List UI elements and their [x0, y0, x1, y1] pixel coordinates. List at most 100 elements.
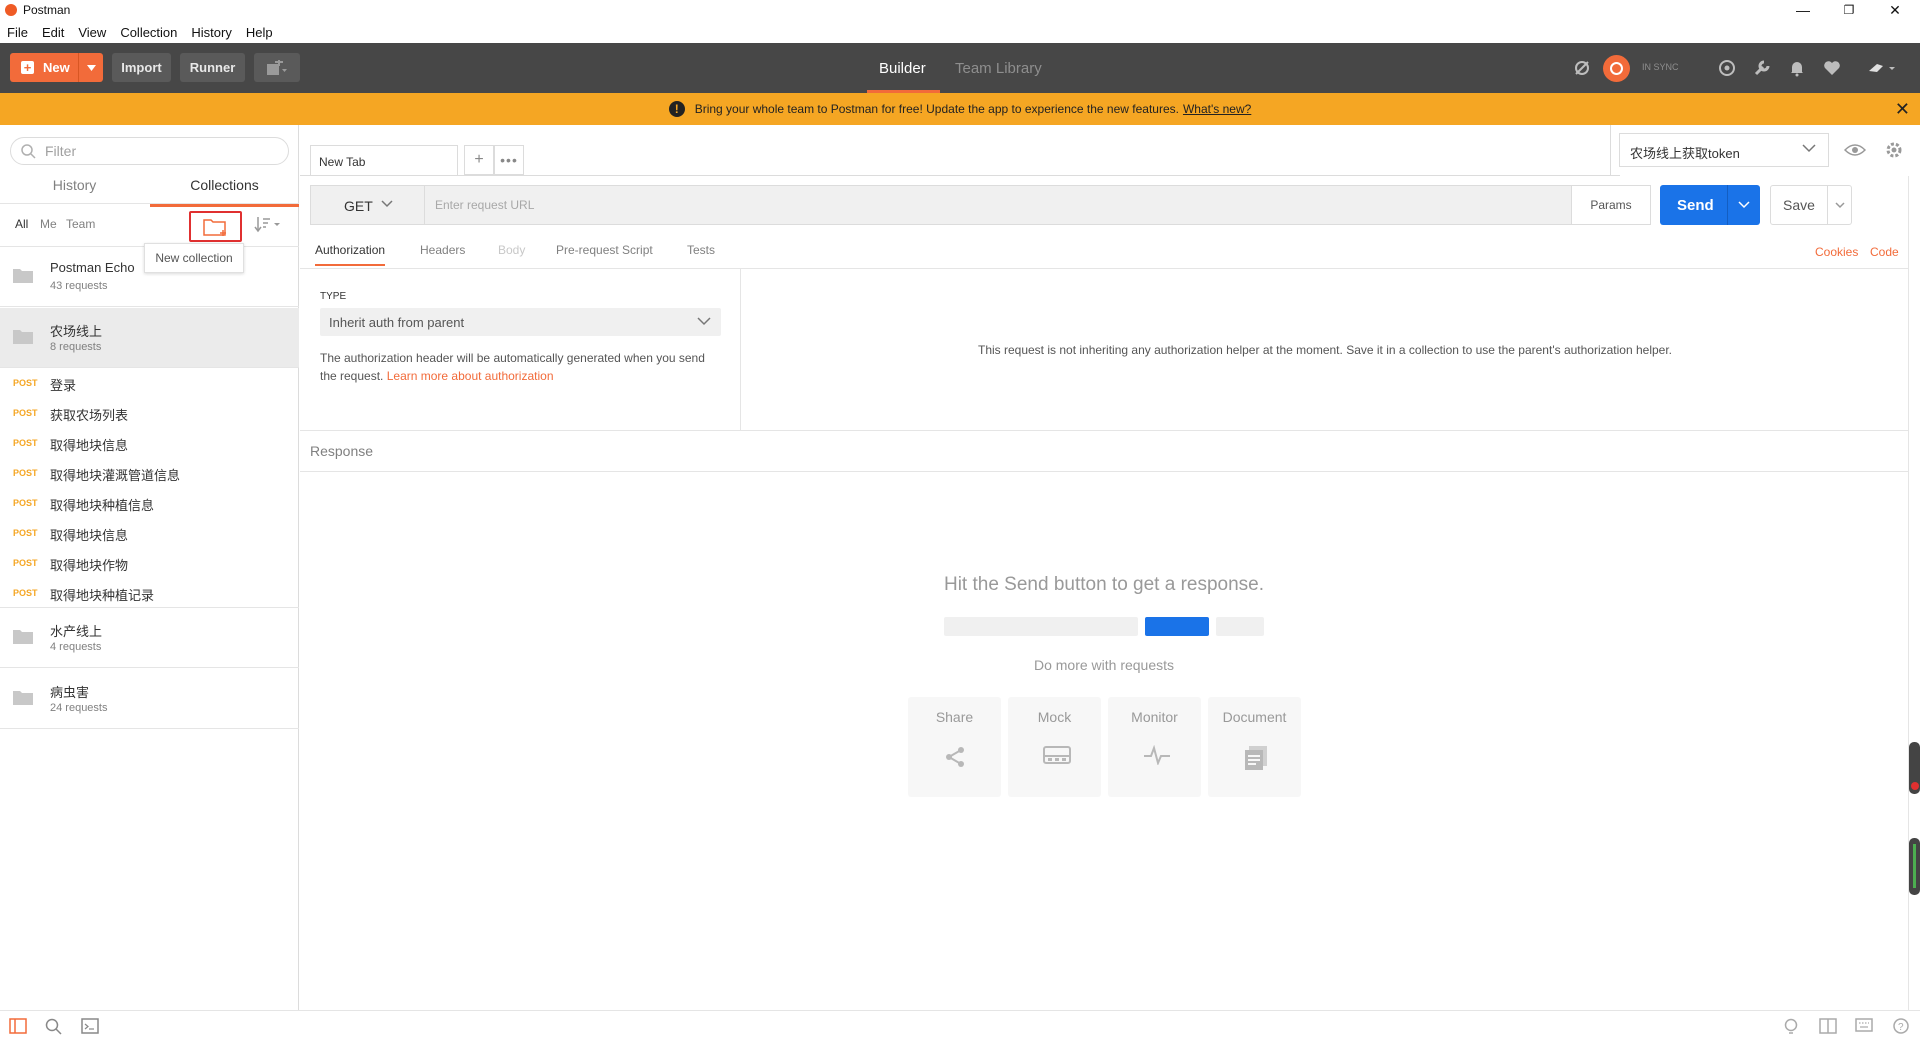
request-item[interactable]: POST 取得地块信息 [0, 519, 299, 549]
menu-collection[interactable]: Collection [113, 22, 184, 42]
folder-icon [13, 269, 33, 283]
menu-help[interactable]: Help [239, 22, 280, 42]
eye-icon [1844, 144, 1866, 156]
auth-info-message: This request is not inheriting any autho… [977, 342, 1673, 357]
two-pane-view-icon[interactable] [1819, 1018, 1837, 1034]
satellite-icon[interactable] [1573, 59, 1591, 77]
mock-card[interactable]: Mock [1008, 697, 1101, 797]
send-button[interactable]: Send [1660, 185, 1760, 225]
postman-logo-icon [5, 4, 17, 16]
sync-status-icon[interactable] [1603, 55, 1630, 82]
menu-view[interactable]: View [71, 22, 113, 42]
request-item[interactable]: POST 取得地块灌溉管道信息 [0, 459, 299, 489]
save-dropdown-button[interactable] [1827, 186, 1851, 224]
keyboard-shortcuts-icon[interactable] [1855, 1018, 1873, 1032]
sort-button[interactable] [254, 215, 282, 233]
send-label: Send [1677, 196, 1714, 214]
learn-more-authorization-link[interactable]: Learn more about authorization [387, 369, 554, 383]
do-more-label: Do more with requests [1033, 657, 1175, 673]
menu-edit[interactable]: Edit [35, 22, 71, 42]
folder-icon [13, 330, 33, 344]
menu-history[interactable]: History [184, 22, 238, 42]
import-button[interactable]: Import [112, 53, 171, 82]
console-icon[interactable] [81, 1018, 99, 1034]
request-item[interactable]: POST 登录 [0, 369, 299, 399]
manage-environments-button[interactable] [1880, 137, 1908, 163]
notifications-bell-icon[interactable] [1788, 59, 1806, 77]
environment-select[interactable]: 农场线上获取token [1619, 133, 1829, 167]
new-button[interactable]: + New [10, 53, 103, 82]
share-icon [946, 747, 964, 767]
document-card[interactable]: Document [1208, 697, 1301, 797]
filter-team[interactable]: Team [66, 217, 95, 231]
tab-body[interactable]: Body [498, 243, 525, 257]
collection-count: 4 requests [50, 641, 102, 653]
tab-prerequest-script[interactable]: Pre-request Script [556, 243, 653, 257]
whats-new-link[interactable]: What's new? [1183, 102, 1251, 116]
new-dropdown-button[interactable] [78, 53, 103, 82]
params-button[interactable]: Params [1571, 185, 1651, 225]
interceptor-icon[interactable] [1718, 59, 1736, 77]
sidebar: History Collections All Me Team Postman … [0, 125, 299, 1010]
url-input[interactable] [435, 198, 1335, 212]
filter-all[interactable]: All [15, 217, 28, 231]
request-name: 取得地块信息 [50, 528, 129, 543]
request-method: POST [13, 378, 38, 388]
window-title: Postman [23, 3, 71, 17]
bootcamp-lightbulb-icon[interactable] [1783, 1018, 1799, 1036]
send-dropdown-button[interactable] [1727, 185, 1760, 225]
runner-button[interactable]: Runner [180, 53, 245, 82]
env-divider [1610, 125, 1611, 175]
request-method: POST [13, 408, 38, 418]
share-card[interactable]: Share [908, 697, 1001, 797]
request-item[interactable]: POST 取得地块信息 [0, 429, 299, 459]
close-window-button[interactable]: ✕ [1872, 0, 1918, 20]
title-bar: Postman — ❐ ✕ [0, 0, 1920, 20]
tab-builder[interactable]: Builder [879, 60, 926, 77]
warning-icon: ! [668, 101, 685, 117]
filter-me[interactable]: Me [40, 217, 57, 231]
scroll-thumb-top[interactable] [1909, 742, 1920, 794]
heart-icon[interactable] [1823, 59, 1841, 77]
add-tab-button[interactable]: + [464, 145, 494, 175]
request-item[interactable]: POST 获取农场列表 [0, 399, 299, 429]
help-icon[interactable]: ? [1893, 1018, 1909, 1034]
auth-type-label: TYPE [320, 291, 347, 302]
tab-headers[interactable]: Headers [420, 243, 465, 257]
request-method: POST [13, 468, 38, 478]
tab-tests[interactable]: Tests [687, 243, 715, 257]
request-tab[interactable]: New Tab [310, 145, 458, 176]
open-new-window-button[interactable] [254, 53, 300, 82]
request-item[interactable]: POST 取得地块种植记录 [0, 579, 299, 609]
request-item[interactable]: POST 取得地块作物 [0, 549, 299, 579]
minimize-button[interactable]: — [1780, 0, 1826, 20]
collection-item[interactable]: 农场线上 8 requests [0, 308, 299, 368]
new-collection-button[interactable] [189, 211, 242, 242]
find-icon[interactable] [45, 1018, 63, 1036]
request-item[interactable]: POST 取得地块种植信息 [0, 489, 299, 519]
menu-file[interactable]: File [0, 22, 35, 42]
tab-options-button[interactable]: ••• [494, 145, 524, 175]
tab-authorization[interactable]: Authorization [315, 243, 386, 266]
method-select[interactable]: GET [310, 185, 425, 225]
request-name: 登录 [50, 378, 77, 393]
tab-team-library[interactable]: Team Library [955, 60, 1042, 77]
cookies-link[interactable]: Cookies [1815, 245, 1858, 259]
filter-input[interactable] [45, 142, 275, 160]
collection-item[interactable]: 病虫害 24 requests [0, 669, 299, 729]
environment-quick-look-button[interactable] [1841, 137, 1869, 163]
monitor-card[interactable]: Monitor [1108, 697, 1201, 797]
scroll-thumb-bottom[interactable] [1909, 838, 1920, 895]
user-avatar-icon[interactable] [1867, 59, 1897, 77]
card-title: Mock [1037, 709, 1072, 725]
auth-type-select[interactable]: Inherit auth from parent [320, 308, 721, 336]
collection-item[interactable]: 水产线上 4 requests [0, 608, 299, 668]
request-name: 获取农场列表 [50, 408, 129, 423]
restore-button[interactable]: ❐ [1826, 0, 1872, 20]
toggle-sidebar-icon[interactable] [9, 1018, 27, 1034]
code-link[interactable]: Code [1870, 245, 1899, 259]
save-button[interactable]: Save [1770, 185, 1852, 225]
settings-wrench-icon[interactable] [1753, 59, 1771, 77]
url-bar: GET Params Send Save [310, 185, 1906, 225]
banner-close-icon[interactable]: ✕ [1895, 99, 1910, 120]
